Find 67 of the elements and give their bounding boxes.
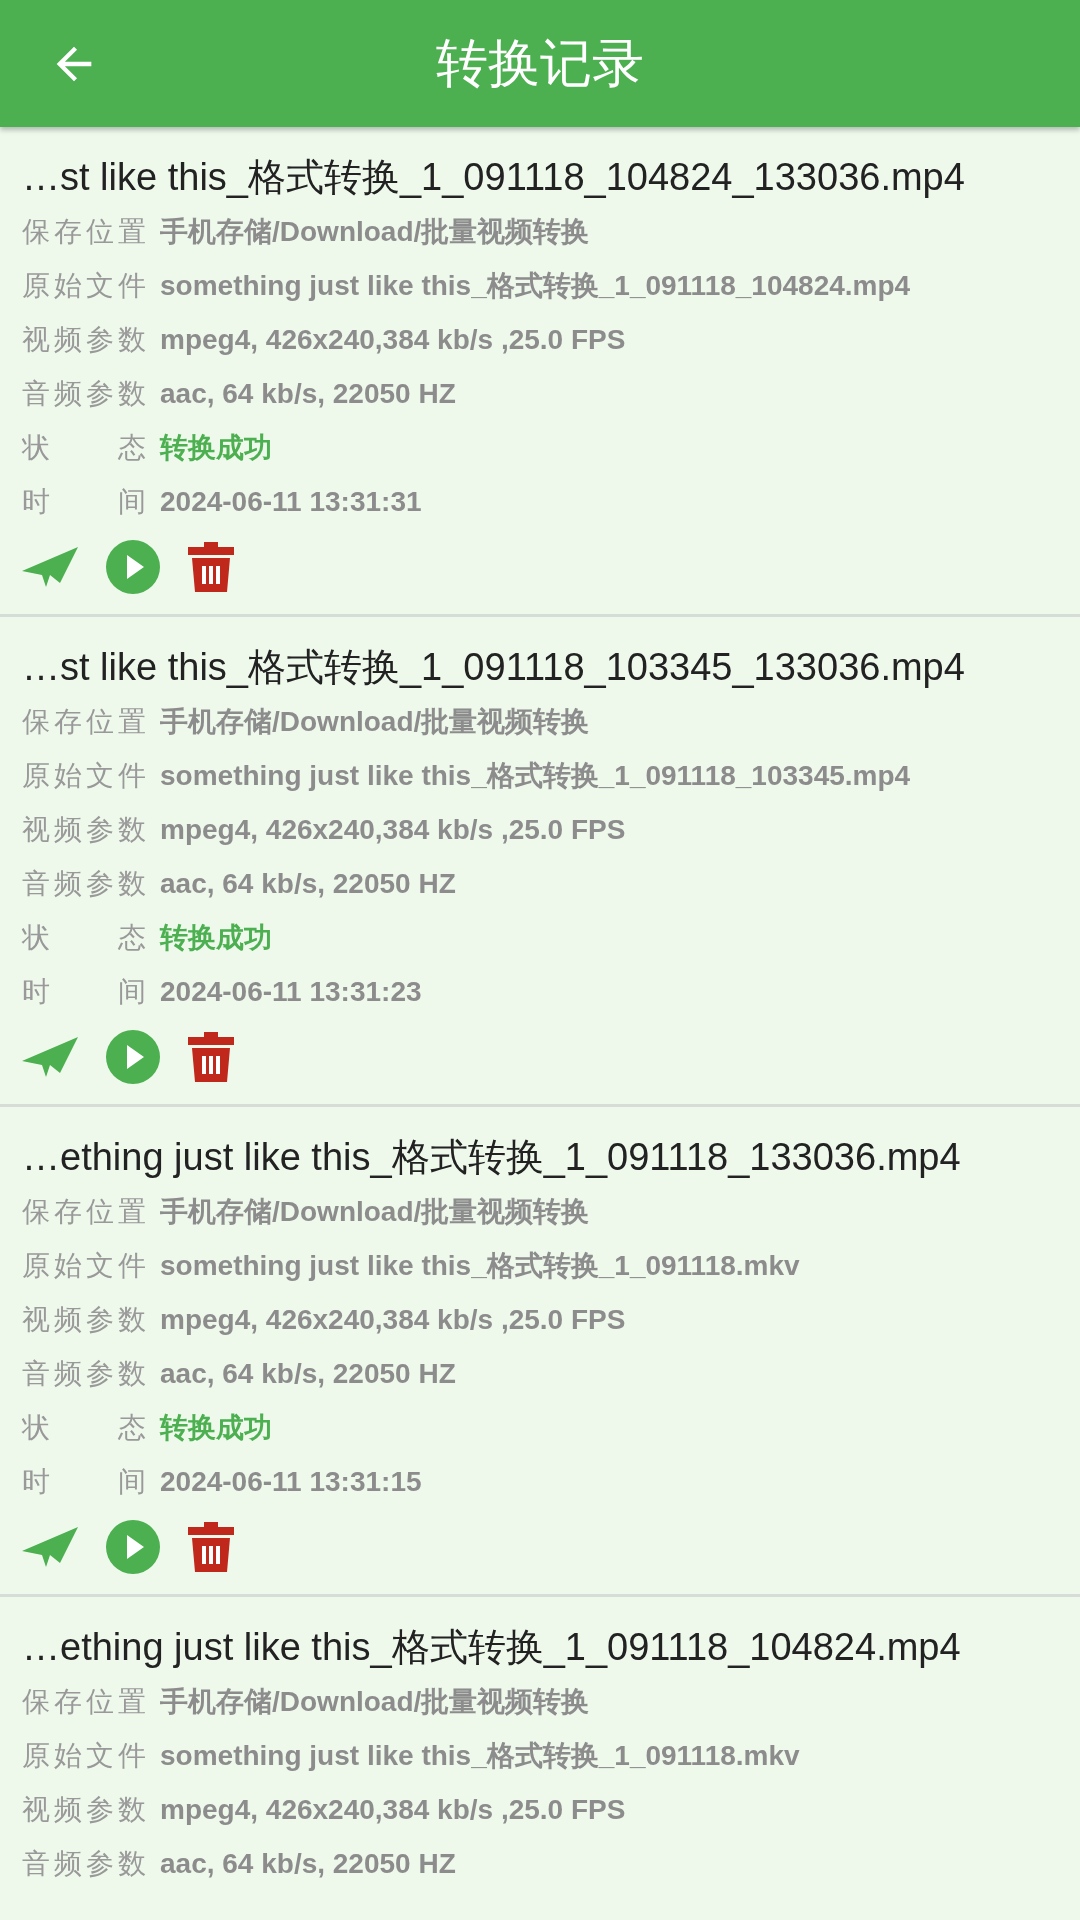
field-value: something just like this_格式转换_1_091118_104824.mp4 xyxy=(160,269,911,303)
field-label: 音频参数 xyxy=(22,1357,146,1391)
play-icon xyxy=(106,1030,160,1084)
field-value: 手机存储/Download/批量视频转换 xyxy=(160,215,590,249)
field-label: 原始文件 xyxy=(22,759,146,793)
delete-button[interactable] xyxy=(188,1032,234,1082)
output-filename: …st like this_格式转换_1_091118_104824_133036.mp4 xyxy=(22,156,965,198)
field-label: 视频参数 xyxy=(22,813,146,847)
field-value: 2024-06-11 13:31:15 xyxy=(160,1466,422,1498)
play-icon xyxy=(106,1520,160,1574)
field-value: 2024-06-11 13:31:31 xyxy=(160,486,422,518)
play-button[interactable] xyxy=(106,540,160,594)
trash-icon xyxy=(188,1522,234,1572)
output-filename: …st like this_格式转换_1_091118_103345_133036.mp4 xyxy=(22,646,965,688)
page-title: 转换记录 xyxy=(436,33,644,92)
play-icon xyxy=(106,540,160,594)
play-button[interactable] xyxy=(106,1030,160,1084)
field-value: something just like this_格式转换_1_091118.mkv xyxy=(160,1249,800,1283)
field-label: 时 间 xyxy=(22,975,146,1009)
share-button[interactable] xyxy=(22,545,78,589)
field-label: 状 态 xyxy=(22,431,146,465)
field-label: 原始文件 xyxy=(22,269,146,303)
field-label: 音频参数 xyxy=(22,867,146,901)
paper-plane-icon xyxy=(22,545,78,589)
field-value: 手机存储/Download/批量视频转换 xyxy=(160,1685,590,1719)
paper-plane-icon xyxy=(22,1035,78,1079)
field-value: aac, 64 kb/s, 22050 HZ xyxy=(160,378,456,410)
field-value: mpeg4, 426x240,384 kb/s ,25.0 FPS xyxy=(160,814,626,846)
field-label: 视频参数 xyxy=(22,1303,146,1337)
field-value: 手机存储/Download/批量视频转换 xyxy=(160,1195,590,1229)
field-value: mpeg4, 426x240,384 kb/s ,25.0 FPS xyxy=(160,324,626,356)
field-label: 音频参数 xyxy=(22,1847,146,1881)
field-value: aac, 64 kb/s, 22050 HZ xyxy=(160,1358,456,1390)
field-value: 手机存储/Download/批量视频转换 xyxy=(160,705,590,739)
field-value: something just like this_格式转换_1_091118_103345.mp4 xyxy=(160,759,911,793)
delete-button[interactable] xyxy=(188,542,234,592)
field-label: 音频参数 xyxy=(22,377,146,411)
output-filename: …ething just like this_格式转换_1_091118_133036.mp4 xyxy=(22,1136,961,1178)
status-value: 转换成功 xyxy=(160,1411,272,1445)
field-value: something just like this_格式转换_1_091118.mkv xyxy=(160,1739,800,1773)
paper-plane-icon xyxy=(22,1525,78,1569)
field-label: 视频参数 xyxy=(22,1793,146,1827)
field-value: mpeg4, 426x240,384 kb/s ,25.0 FPS xyxy=(160,1304,626,1336)
field-label: 原始文件 xyxy=(22,1739,146,1773)
trash-icon xyxy=(188,542,234,592)
field-label: 状 态 xyxy=(22,921,146,955)
field-value: aac, 64 kb/s, 22050 HZ xyxy=(160,868,456,900)
field-label: 保存位置 xyxy=(22,705,146,739)
field-value: mpeg4, 426x240,384 kb/s ,25.0 FPS xyxy=(160,1794,626,1826)
share-button[interactable] xyxy=(22,1035,78,1079)
output-filename: …ething just like this_格式转换_1_091118_104824.mp4 xyxy=(22,1626,961,1668)
status-value: 转换成功 xyxy=(160,921,272,955)
field-label: 保存位置 xyxy=(22,1195,146,1229)
status-value: 转换成功 xyxy=(160,431,272,465)
field-label: 视频参数 xyxy=(22,323,146,357)
delete-button[interactable] xyxy=(188,1522,234,1572)
field-value: aac, 64 kb/s, 22050 HZ xyxy=(160,1848,456,1880)
field-label: 保存位置 xyxy=(22,215,146,249)
field-label: 原始文件 xyxy=(22,1249,146,1283)
field-value: 2024-06-11 13:31:23 xyxy=(160,976,422,1008)
field-label: 时 间 xyxy=(22,485,146,519)
play-button[interactable] xyxy=(106,1520,160,1574)
field-label: 状 态 xyxy=(22,1411,146,1445)
trash-icon xyxy=(188,1032,234,1082)
field-label: 时 间 xyxy=(22,1465,146,1499)
field-label: 保存位置 xyxy=(22,1685,146,1719)
share-button[interactable] xyxy=(22,1525,78,1569)
